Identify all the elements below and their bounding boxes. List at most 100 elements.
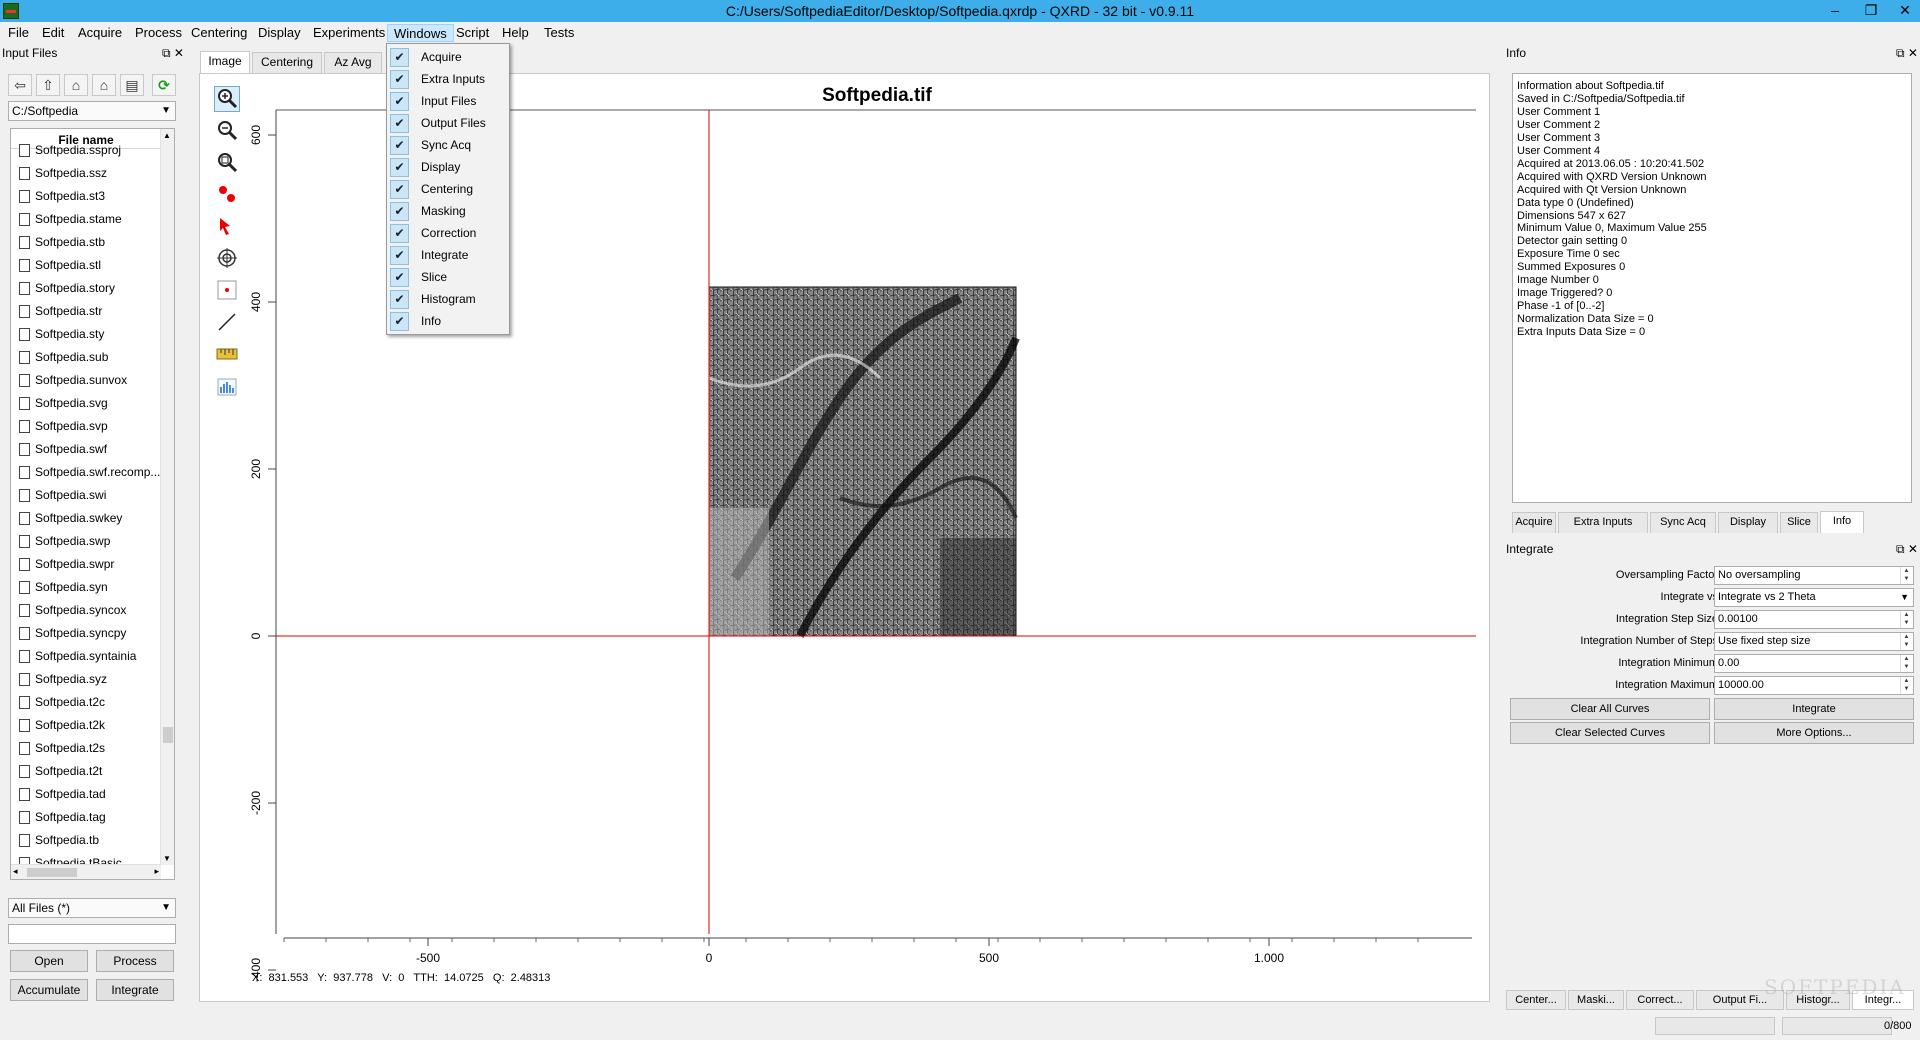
scroll-thumb[interactable] xyxy=(163,727,173,743)
windows-menu-item[interactable]: ✔ Input Files xyxy=(387,90,509,112)
file-list-item[interactable]: Softpedia.svg xyxy=(11,392,161,415)
menu-script[interactable]: Script xyxy=(450,24,495,42)
menu-tests[interactable]: Tests xyxy=(538,24,580,42)
dock-float-close-icons[interactable]: ⧉ ✕ xyxy=(1896,44,1918,62)
tab-slice[interactable]: Slice xyxy=(1780,512,1818,533)
file-list-item[interactable]: Softpedia.swf xyxy=(11,438,161,461)
tab-info[interactable]: Info xyxy=(1820,511,1864,533)
menu-experiments[interactable]: Experiments xyxy=(307,24,391,42)
tab-image[interactable]: Image xyxy=(200,51,250,73)
spinner-icon[interactable]: ▲ ▼ xyxy=(1900,655,1912,672)
menu-process[interactable]: Process xyxy=(129,24,188,42)
file-list[interactable]: File name Softpedia.ssproj Softpedia.ssz S… xyxy=(10,128,175,880)
spinner-icon[interactable]: ▲ ▼ xyxy=(1900,677,1912,694)
file-list-item[interactable]: Softpedia.syntainia xyxy=(11,645,161,668)
set-center-icon[interactable] xyxy=(214,182,240,208)
min-field[interactable]: 0.00 ▲ ▼ xyxy=(1714,654,1914,673)
arrow-pointer-icon[interactable] xyxy=(214,214,240,240)
menu-windows[interactable]: Windows xyxy=(387,24,454,42)
tab-az-avg[interactable]: Az Avg xyxy=(324,52,382,73)
close-button[interactable]: ✕ xyxy=(1886,0,1920,22)
windows-menu-item[interactable]: ✔ Centering xyxy=(387,178,509,200)
dock-float-close-icons[interactable]: ⧉ ✕ xyxy=(162,44,184,62)
menu-edit[interactable]: Edit xyxy=(36,24,70,42)
path-combo[interactable]: C:/Softpedia ▼ xyxy=(8,101,176,121)
restore-button[interactable]: ❐ xyxy=(1852,0,1890,22)
windows-menu-item[interactable]: ✔ Info xyxy=(387,310,509,332)
file-filter-combo[interactable]: All Files (*) ▼ xyxy=(8,898,176,918)
file-list-item[interactable]: Softpedia.ssproj xyxy=(11,139,161,162)
scroll-right-icon[interactable]: ▸ xyxy=(154,866,159,877)
spinner-icon[interactable]: ▲ ▼ xyxy=(1900,567,1912,584)
file-list-item[interactable]: Softpedia.stb xyxy=(11,231,161,254)
tab-center[interactable]: Center... xyxy=(1506,990,1566,1010)
scroll-left-icon[interactable]: ◂ xyxy=(13,866,18,877)
horizontal-scrollbar[interactable]: ◂ ▸ xyxy=(11,864,161,879)
home-icon[interactable]: ⌂ xyxy=(92,74,116,96)
minimize-button[interactable]: – xyxy=(1816,0,1854,22)
file-list-item[interactable]: Softpedia.svp xyxy=(11,415,161,438)
windows-menu-item[interactable]: ✔ Display xyxy=(387,156,509,178)
up-icon[interactable]: ⇧ xyxy=(36,74,60,96)
line-tool-icon[interactable] xyxy=(214,310,240,336)
integrate-files-button[interactable]: Integrate xyxy=(96,979,174,1001)
ruler-icon[interactable] xyxy=(214,342,240,368)
file-list-item[interactable]: Softpedia.tad xyxy=(11,783,161,806)
oversampling-field[interactable]: No oversampling ▲ ▼ xyxy=(1714,566,1914,585)
file-list-item[interactable]: Softpedia.tb xyxy=(11,829,161,852)
tab-display[interactable]: Display xyxy=(1718,512,1778,533)
target-icon[interactable] xyxy=(214,246,240,272)
windows-menu-item[interactable]: ✔ Output Files xyxy=(387,112,509,134)
file-list-item[interactable]: Softpedia.t2k xyxy=(11,714,161,737)
file-list-item[interactable]: Softpedia.swp xyxy=(11,530,161,553)
file-name-input[interactable] xyxy=(8,924,176,944)
folder-icon[interactable]: ▤ xyxy=(120,74,144,96)
back-icon[interactable]: ⇦ xyxy=(8,74,32,96)
file-list-item[interactable]: Softpedia.syncox xyxy=(11,599,161,622)
tab-masking[interactable]: Maski... xyxy=(1568,990,1624,1010)
file-list-item[interactable]: Softpedia.stame xyxy=(11,208,161,231)
tab-correction[interactable]: Correct... xyxy=(1626,990,1694,1010)
file-list-item[interactable]: Softpedia.syn xyxy=(11,576,161,599)
file-list-item[interactable]: Softpedia.syz xyxy=(11,668,161,691)
scroll-up-icon[interactable]: ▲ xyxy=(163,131,171,140)
file-list-item[interactable]: Softpedia.ssz xyxy=(11,162,161,185)
accumulate-button[interactable]: Accumulate xyxy=(10,979,88,1001)
scroll-down-icon[interactable]: ▼ xyxy=(163,854,171,863)
file-list-item[interactable]: Softpedia.sub xyxy=(11,346,161,369)
file-list-item[interactable]: Softpedia.swf.recomp... xyxy=(11,461,161,484)
refresh-icon[interactable]: ⟳ xyxy=(152,74,176,96)
file-list-item[interactable]: Softpedia.tag xyxy=(11,806,161,829)
histogram-icon[interactable] xyxy=(214,374,240,400)
file-list-item[interactable]: Softpedia.st3 xyxy=(11,185,161,208)
info-text-area[interactable]: Information about Softpedia.tif Saved in … xyxy=(1512,73,1912,503)
windows-menu-item[interactable]: ✔ Integrate xyxy=(387,244,509,266)
menu-help[interactable]: Help xyxy=(496,24,535,42)
windows-menu-item[interactable]: ✔ Histogram xyxy=(387,288,509,310)
file-list-item[interactable]: Softpedia.t2s xyxy=(11,737,161,760)
menu-file[interactable]: File xyxy=(2,24,35,42)
windows-menu-item[interactable]: ✔ Slice xyxy=(387,266,509,288)
hscroll-thumb[interactable] xyxy=(27,868,77,877)
file-list-item[interactable]: Softpedia.t2c xyxy=(11,691,161,714)
tab-sync-acq[interactable]: Sync Acq xyxy=(1650,512,1716,533)
num-steps-field[interactable]: Use fixed step size ▲ ▼ xyxy=(1714,632,1914,651)
tab-extra-inputs[interactable]: Extra Inputs xyxy=(1558,512,1648,533)
process-button[interactable]: Process xyxy=(96,950,174,972)
file-list-item[interactable]: Softpedia.stl xyxy=(11,254,161,277)
dock-float-close-icons[interactable]: ⧉ ✕ xyxy=(1896,540,1918,558)
file-list-item[interactable]: Softpedia.swkey xyxy=(11,507,161,530)
file-list-item[interactable]: Softpedia.story xyxy=(11,277,161,300)
clear-selected-curves-button[interactable]: Clear Selected Curves xyxy=(1510,722,1710,744)
spinner-icon[interactable]: ▲ ▼ xyxy=(1900,633,1912,650)
windows-menu-item[interactable]: ✔ Sync Acq xyxy=(387,134,509,156)
menu-centering[interactable]: Centering xyxy=(185,24,253,42)
vertical-scrollbar[interactable]: ▲ ▼ xyxy=(160,129,174,865)
file-list-item[interactable]: Softpedia.syncpy xyxy=(11,622,161,645)
windows-menu-item[interactable]: ✔ Extra Inputs xyxy=(387,68,509,90)
open-button[interactable]: Open xyxy=(10,950,88,972)
zoom-in-icon[interactable] xyxy=(214,86,240,112)
integrate-vs-select[interactable]: Integrate vs 2 Theta ▼ xyxy=(1714,588,1914,607)
file-list-item[interactable]: Softpedia.swpr xyxy=(11,553,161,576)
more-options-button[interactable]: More Options... xyxy=(1714,722,1914,744)
